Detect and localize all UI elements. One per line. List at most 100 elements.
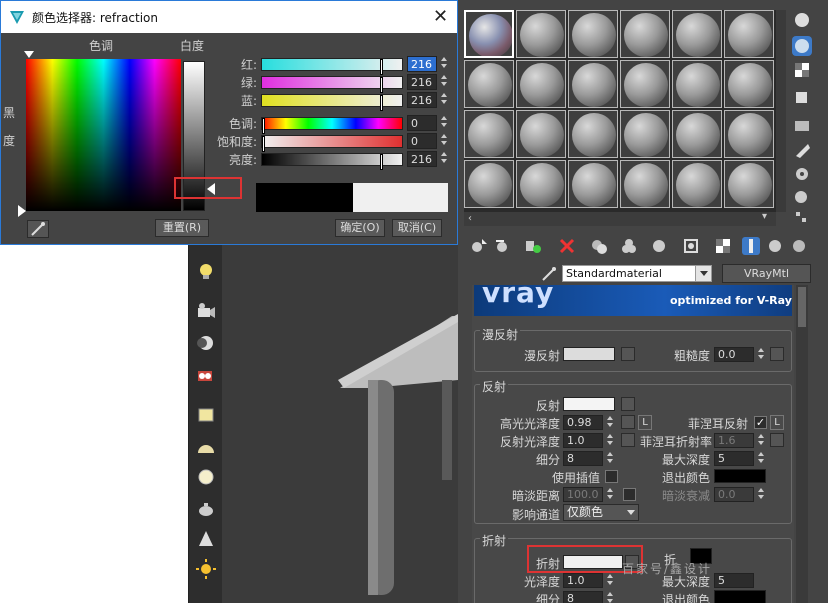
slider-hue[interactable]: 色调: 0 xyxy=(211,115,451,134)
go-forward-sibling-icon[interactable] xyxy=(790,237,808,255)
slider-green-bar[interactable] xyxy=(261,76,403,93)
slider-value[interactable]: 亮度: 216 xyxy=(211,151,451,170)
sample-slot[interactable] xyxy=(568,110,618,158)
sample-slot[interactable] xyxy=(464,60,514,108)
background-checker-icon[interactable] xyxy=(792,60,812,80)
sample-slot[interactable] xyxy=(620,60,670,108)
reflect-color-swatch[interactable] xyxy=(563,397,615,411)
slider-saturation[interactable]: 饱和度: 0 xyxy=(211,133,451,152)
make-unique-icon[interactable] xyxy=(620,237,638,255)
dim-falloff-spinner[interactable] xyxy=(756,487,765,503)
slider-green[interactable]: 绿: 216 xyxy=(211,74,451,93)
hue-pointer-icon[interactable] xyxy=(24,51,34,58)
slider-red-knob[interactable] xyxy=(380,59,383,75)
hilight-lock-button[interactable]: L xyxy=(638,415,652,430)
chevron-down-icon[interactable] xyxy=(695,266,711,281)
sample-slot[interactable] xyxy=(464,10,514,58)
refl-max-depth-spinner[interactable] xyxy=(756,451,765,467)
sample-slot[interactable] xyxy=(516,160,566,208)
slider-hue-knob[interactable] xyxy=(262,118,265,134)
refr-exit-color-swatch[interactable] xyxy=(714,590,766,603)
sample-slot[interactable] xyxy=(724,110,774,158)
slider-saturation-value[interactable]: 0 xyxy=(407,133,437,149)
refl-gloss-value[interactable]: 1.0 xyxy=(563,433,603,448)
light-bulb-icon[interactable] xyxy=(195,260,217,282)
dialog-title-bar[interactable]: 颜色选择器: refraction ✕ xyxy=(1,1,457,33)
sample-slot[interactable] xyxy=(672,10,722,58)
hilight-gloss-value[interactable]: 0.98 xyxy=(563,415,603,430)
fresnel-ior-spinner[interactable] xyxy=(756,433,765,449)
sample-slot[interactable] xyxy=(672,60,722,108)
slot-vertical-scrollbar[interactable] xyxy=(776,10,786,212)
show-end-result-icon[interactable] xyxy=(742,237,760,255)
uv-tiling-icon[interactable] xyxy=(792,88,812,108)
dim-distance-value[interactable]: 100.0 xyxy=(563,487,603,502)
hilight-gloss-map-button[interactable] xyxy=(621,415,635,429)
roughness-value[interactable]: 0.0 xyxy=(714,347,754,362)
refr-gloss-value[interactable]: 1.0 xyxy=(563,573,603,588)
viewport-light[interactable] xyxy=(0,245,188,603)
refl-gloss-map-button[interactable] xyxy=(621,433,635,447)
refr-subdivs-value[interactable]: 8 xyxy=(563,591,603,603)
diffuse-map-button[interactable] xyxy=(621,347,635,361)
slider-value-value[interactable]: 216 xyxy=(407,151,437,167)
sample-slot[interactable] xyxy=(568,60,618,108)
spot-light-icon[interactable] xyxy=(195,528,217,550)
scroll-down-icon[interactable]: ▾ xyxy=(762,211,767,222)
video-check-icon[interactable] xyxy=(792,116,812,136)
sample-slot[interactable] xyxy=(724,10,774,58)
roughness-map-button[interactable] xyxy=(770,347,784,361)
sample-slot[interactable] xyxy=(464,160,514,208)
refr-gloss-spinner[interactable] xyxy=(605,573,614,589)
ok-button[interactable]: 确定(O) xyxy=(335,219,385,237)
sample-slot[interactable] xyxy=(672,110,722,158)
blackness-pointer-icon[interactable] xyxy=(18,205,26,217)
scroll-left-icon[interactable]: ‹ xyxy=(468,213,472,224)
material-navigator-icon[interactable] xyxy=(792,210,812,230)
close-icon[interactable]: ✕ xyxy=(433,6,448,27)
select-by-material-icon[interactable] xyxy=(792,188,812,208)
slider-blue-bar[interactable] xyxy=(261,94,403,111)
render-camera-icon[interactable] xyxy=(195,364,217,386)
sample-slot[interactable] xyxy=(464,110,514,158)
slider-hue-bar[interactable] xyxy=(261,117,403,134)
slider-value-spinner[interactable] xyxy=(439,151,448,167)
affect-channels-dropdown[interactable]: 仅颜色 xyxy=(563,504,639,521)
camera-icon[interactable] xyxy=(195,300,217,322)
sample-type-icon[interactable] xyxy=(792,10,812,30)
sun-icon[interactable] xyxy=(195,558,217,580)
slider-saturation-bar[interactable] xyxy=(261,135,403,152)
viewport-3d[interactable] xyxy=(222,230,458,603)
copy-material-icon[interactable] xyxy=(590,237,608,255)
sample-slot[interactable] xyxy=(724,160,774,208)
dome-light-icon[interactable] xyxy=(195,436,217,458)
fresnel-ior-value[interactable]: 1.6 xyxy=(714,433,754,448)
slider-blue-knob[interactable] xyxy=(380,95,383,111)
slider-value-knob[interactable] xyxy=(380,154,383,170)
sample-slot[interactable] xyxy=(620,160,670,208)
refr-subdivs-spinner[interactable] xyxy=(605,591,614,603)
diffuse-color-swatch[interactable] xyxy=(563,347,615,361)
fresnel-ior-map-button[interactable] xyxy=(770,433,784,447)
sphere-light-icon[interactable] xyxy=(195,466,217,488)
slider-saturation-knob[interactable] xyxy=(262,136,265,152)
backlight-icon[interactable] xyxy=(792,36,812,56)
slider-red[interactable]: 红: 216 xyxy=(211,56,451,75)
sample-slot[interactable] xyxy=(568,160,618,208)
reflect-map-button[interactable] xyxy=(621,397,635,411)
slider-green-value[interactable]: 216 xyxy=(407,74,437,90)
cancel-button[interactable]: 取消(C) xyxy=(392,219,442,237)
sample-slot[interactable] xyxy=(516,10,566,58)
sample-slot[interactable] xyxy=(516,60,566,108)
plane-light-icon[interactable] xyxy=(195,404,217,426)
sample-slot[interactable] xyxy=(516,110,566,158)
dim-distance-checkbox[interactable] xyxy=(623,488,636,501)
material-type-button[interactable]: VRayMtl xyxy=(722,264,811,283)
parameters-scrollbar[interactable] xyxy=(796,285,808,603)
slider-value-bar[interactable] xyxy=(261,153,403,170)
slider-blue[interactable]: 蓝: 216 xyxy=(211,92,451,111)
refl-subdivs-value[interactable]: 8 xyxy=(563,451,603,466)
slot-scrollbar[interactable]: ‹ ▾ xyxy=(464,211,776,226)
hilight-gloss-spinner[interactable] xyxy=(605,415,614,431)
teapot-icon[interactable] xyxy=(195,498,217,520)
